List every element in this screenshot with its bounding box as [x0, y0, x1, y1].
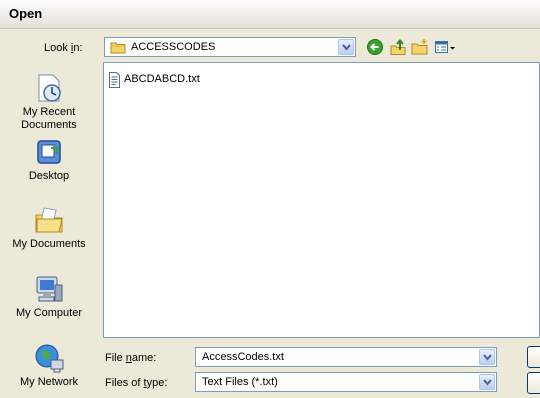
my-documents-icon: [33, 204, 65, 236]
places-bar: My Recent Documents Desktop My Documents…: [2, 62, 96, 398]
desktop-icon: [33, 136, 65, 168]
file-name-dropdown-button[interactable]: [479, 349, 495, 365]
place-recent-documents[interactable]: My Recent Documents: [2, 72, 96, 132]
place-my-documents[interactable]: My Documents: [2, 204, 96, 251]
title-bar[interactable]: Open: [0, 0, 540, 29]
file-name-input[interactable]: AccessCodes.txt: [202, 351, 284, 363]
file-type-value: Text Files (*.txt): [202, 376, 278, 388]
chevron-down-icon: [483, 354, 492, 361]
file-list[interactable]: ABCDABCD.txt: [103, 62, 540, 338]
recent-documents-icon: [33, 72, 65, 104]
file-type-label: Files of type:: [105, 377, 168, 389]
text-file-icon: [108, 72, 121, 91]
my-computer-icon: [33, 273, 65, 305]
place-desktop[interactable]: Desktop: [2, 136, 96, 183]
views-menu-icon[interactable]: [434, 38, 456, 56]
cancel-button[interactable]: [527, 372, 540, 394]
up-folder-icon[interactable]: [389, 38, 407, 56]
chevron-down-icon: [483, 379, 492, 386]
window-title: Open: [9, 6, 43, 21]
open-button[interactable]: [527, 346, 540, 368]
file-name-combo[interactable]: AccessCodes.txt: [195, 347, 497, 367]
place-my-network[interactable]: My Network: [2, 342, 96, 389]
look-in-label: Look in:: [44, 42, 83, 54]
file-name: ABCDABCD.txt: [124, 73, 200, 85]
place-my-computer[interactable]: My Computer: [2, 273, 96, 320]
my-network-icon: [33, 342, 65, 374]
file-type-dropdown-button[interactable]: [479, 374, 495, 390]
folder-icon: [110, 41, 126, 57]
chevron-down-icon: [342, 44, 351, 51]
file-name-label: File name:: [105, 352, 157, 364]
look-in-dropdown[interactable]: ACCESSCODES: [104, 37, 356, 57]
file-type-combo[interactable]: Text Files (*.txt): [195, 372, 497, 392]
new-folder-icon[interactable]: [411, 38, 429, 56]
back-icon[interactable]: [366, 38, 384, 56]
look-in-value: ACCESSCODES: [131, 41, 216, 53]
look-in-dropdown-button[interactable]: [338, 39, 354, 55]
